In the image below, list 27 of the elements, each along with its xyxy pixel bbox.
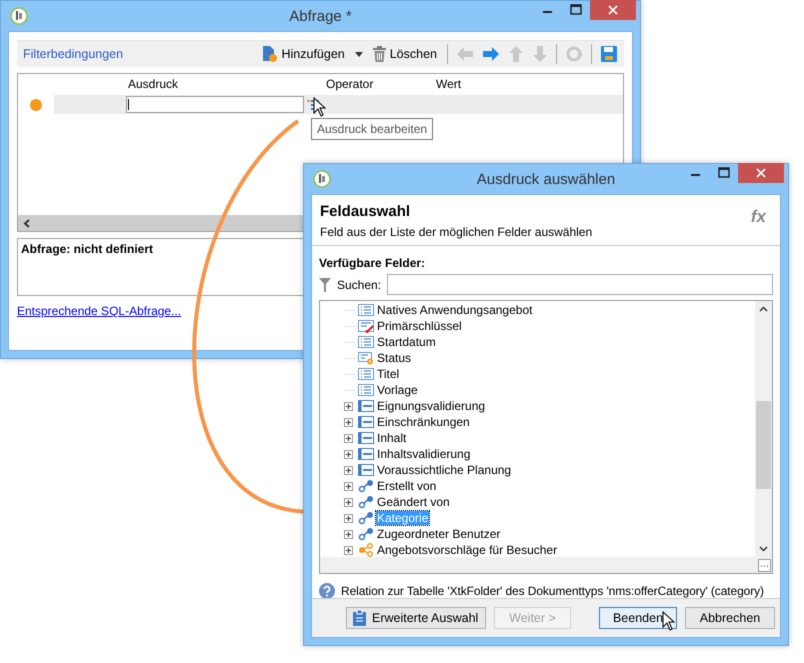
search-label: Suchen: xyxy=(337,278,382,292)
formula-label: fx xyxy=(750,207,766,227)
tree-item-label: Primärschlüssel xyxy=(376,319,463,333)
tree-item-label: Eignungsvalidierung xyxy=(376,399,486,413)
tooltip: Ausdruck bearbeiten xyxy=(311,118,434,140)
fields-label: Verfügbare Felder: xyxy=(319,256,426,270)
tree-item-label: Voraussichtliche Planung xyxy=(376,463,512,477)
tree-item-label: Vorlage xyxy=(376,383,419,397)
window-title: Ausdruck auswählen xyxy=(476,170,616,188)
tree-item-label: Zugeordneter Benutzer xyxy=(376,527,502,541)
tree-item-label: Natives Anwendungsangebot xyxy=(376,303,534,317)
dialog-heading: Feldauswahl xyxy=(320,203,410,220)
window-title: Abfrage * xyxy=(289,8,352,24)
tree-item-label: Inhalt xyxy=(376,431,408,445)
tree-item-label: Status xyxy=(376,351,412,365)
query-summary: Abfrage: nicht definiert xyxy=(21,242,154,256)
tree-item-label: Erstellt von xyxy=(376,479,438,493)
tree-item-label: Angebotsvorschläge für Besucher xyxy=(376,543,558,557)
tree-item-label: Kategorie xyxy=(376,511,430,525)
tree-item-label: Titel xyxy=(376,367,400,381)
section-title: Filterbedingungen xyxy=(23,47,124,61)
help-text: Relation zur Tabelle 'XtkFolder' des Dokumenttyps 'nms:offerCategory' (category) xyxy=(341,584,764,598)
tree-item-label: Startdatum xyxy=(376,335,437,349)
tree-item-label: Inhaltsvalidierung xyxy=(376,447,472,461)
tree-item-label: Einschränkungen xyxy=(376,415,471,429)
tree-item-label: Geändert von xyxy=(376,495,451,509)
dialog-subtitle: Feld aus der Liste der möglichen Felder auswählen xyxy=(320,225,594,239)
